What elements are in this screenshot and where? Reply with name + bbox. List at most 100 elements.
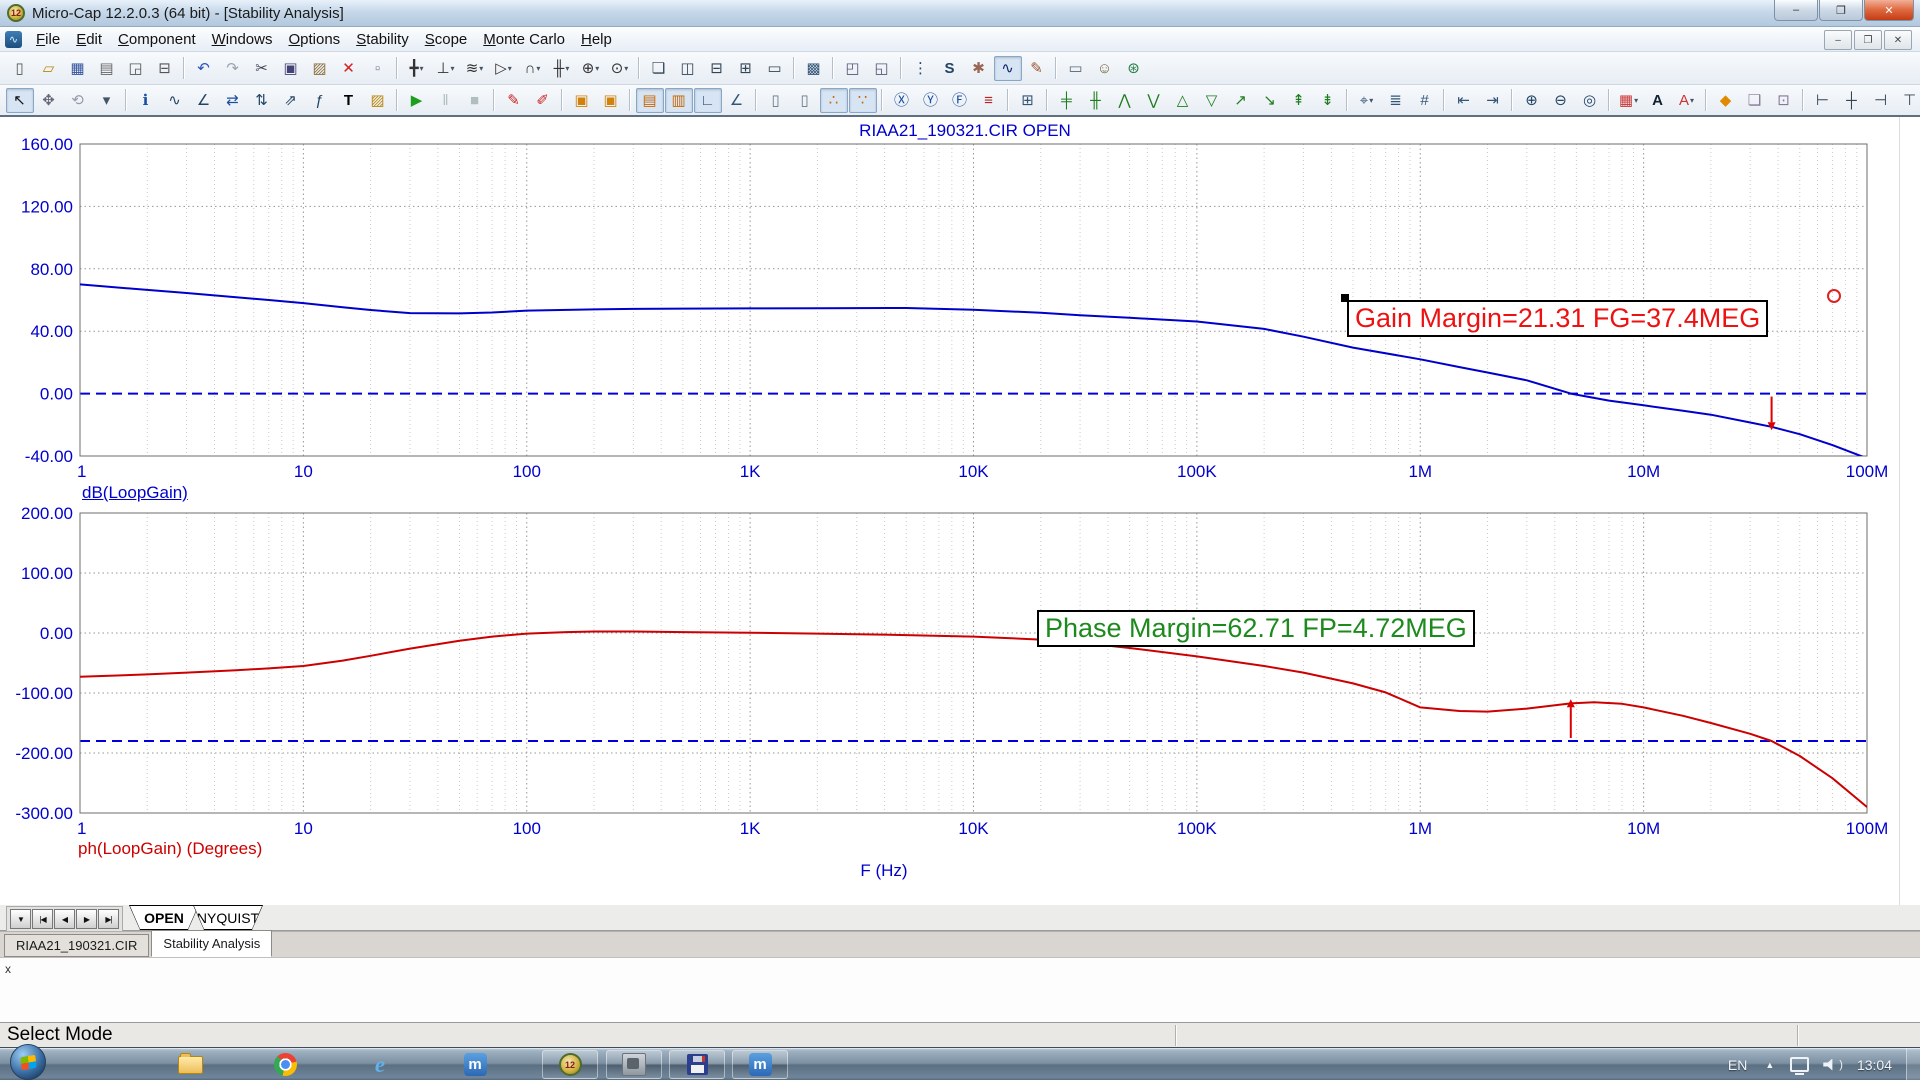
maxthon-browser-taskbar-button[interactable]: m (455, 1050, 495, 1079)
next-valley-button[interactable]: ⋁ (1140, 88, 1168, 113)
log-scale-x-button[interactable]: ∟ (694, 88, 722, 113)
menu-windows[interactable]: Windows (204, 29, 281, 50)
auto-scale-x-button[interactable]: ⇤ (1450, 88, 1478, 113)
menu-edit[interactable]: Edit (68, 29, 110, 50)
gain-margin-label[interactable]: Gain Margin=21.31 FG=37.4MEG (1347, 300, 1768, 337)
cut-button[interactable]: ✂ (248, 56, 276, 81)
text-tool-button[interactable]: T (335, 88, 363, 113)
model-tools-button[interactable]: ✱ (965, 56, 993, 81)
optimizer-button[interactable]: S (936, 56, 964, 81)
start-button[interactable] (10, 1044, 46, 1080)
cascade-windows-button[interactable]: ❏ (645, 56, 673, 81)
network-icon[interactable] (1790, 1057, 1809, 1072)
menu-scope[interactable]: Scope (417, 29, 476, 50)
horizontal-grids-button[interactable]: ▤ (636, 88, 664, 113)
first-plot-button[interactable]: |◀ (32, 909, 53, 929)
diode-part-button[interactable]: ▷▾ (490, 56, 518, 81)
slope-up-button[interactable]: ↗ (1227, 88, 1255, 113)
bring-to-front-button[interactable]: ❏ (1741, 88, 1769, 113)
select-mode-button[interactable]: ↖ (6, 88, 34, 113)
align-center-button[interactable]: ┼ (1838, 88, 1866, 113)
mdi-minimize-button[interactable]: – (1824, 30, 1852, 50)
modes-menu-button[interactable]: ▾ (93, 88, 121, 113)
send-to-back-button[interactable]: ⊡ (1770, 88, 1798, 113)
split-window-button[interactable]: ⊞ (732, 56, 760, 81)
current-source-part-dropdown[interactable]: ▾ (624, 64, 628, 73)
slope-down-button[interactable]: ↘ (1256, 88, 1284, 113)
document-tab-stability-analysis[interactable]: Stability Analysis (151, 930, 272, 957)
pause-button[interactable]: ‖ (432, 88, 460, 113)
inductor-part-dropdown[interactable]: ▾ (536, 64, 540, 73)
run-button[interactable]: ▶ (403, 88, 431, 113)
horizontal-tag-button[interactable]: ⇗ (277, 88, 305, 113)
gain-waveform-label[interactable]: dB(LoopGain) (82, 483, 188, 503)
font-button[interactable]: A (1644, 88, 1672, 113)
graphics-app-taskbar-button[interactable] (606, 1050, 662, 1079)
maxthon-window-taskbar-button[interactable]: m (732, 1050, 788, 1079)
stepping-button[interactable]: ⋮ (907, 56, 935, 81)
plot-menu-button[interactable]: ▼ (10, 909, 31, 929)
tile-horizontal-button[interactable]: ⊟ (703, 56, 731, 81)
panel-left-button[interactable]: ▯ (762, 88, 790, 113)
component-panel-button[interactable]: ▭ (1062, 56, 1090, 81)
phase-margin-label[interactable]: Phase Margin=62.71 FP=4.72MEG (1037, 610, 1475, 647)
last-plot-button[interactable]: ▶| (98, 909, 119, 929)
zoom-undo-button[interactable]: ⟲ (64, 88, 92, 113)
tag-value-button[interactable]: ⌖▾ (1353, 88, 1381, 113)
go-to-y-button[interactable]: ╫ (1082, 88, 1110, 113)
align-left-button[interactable]: ⊢ (1809, 88, 1837, 113)
zoom-in-button[interactable]: ⊕ (1518, 88, 1546, 113)
animate-pen-button[interactable]: ✎ (500, 88, 528, 113)
stop-button[interactable]: ■ (461, 88, 489, 113)
menu-component[interactable]: Component (110, 29, 204, 50)
paste-button[interactable]: ▨ (306, 56, 334, 81)
scope-edit-button[interactable]: ✎ (1023, 56, 1051, 81)
ground-part-dropdown[interactable]: ▾ (451, 64, 455, 73)
next-branch-button[interactable]: ⇞ (1285, 88, 1313, 113)
menu-options[interactable]: Options (280, 29, 348, 50)
waveform-mode-button[interactable]: ∿ (161, 88, 189, 113)
phase-waveform-label[interactable]: ph(LoopGain) (Degrees) (78, 839, 262, 859)
panel-right-button[interactable]: ▯ (791, 88, 819, 113)
ground-part-button[interactable]: ⊥▾ (432, 56, 460, 81)
voltage-source-part-dropdown[interactable]: ▾ (595, 64, 599, 73)
numeric-output-button[interactable]: ⊞ (1014, 88, 1042, 113)
undo-button[interactable]: ↶ (190, 56, 218, 81)
plot-page-tab-open[interactable]: OPEN (129, 905, 199, 930)
new-circuit-button[interactable]: ▯ (6, 56, 34, 81)
restore-button[interactable]: ❐ (1819, 0, 1863, 21)
clock[interactable]: 13:04 (1857, 1057, 1892, 1073)
color-menu-button[interactable]: ▦▾ (1615, 88, 1643, 113)
next-peak-button[interactable]: ⋀ (1111, 88, 1139, 113)
clear-button[interactable]: ✕ (335, 56, 363, 81)
backup-tool-app-taskbar-button[interactable] (669, 1050, 725, 1079)
vertical-grids-button[interactable]: ▥ (665, 88, 693, 113)
account-button[interactable]: ☺ (1091, 56, 1119, 81)
current-source-part-button[interactable]: ⊙▾ (606, 56, 634, 81)
close-button[interactable]: ✕ (1864, 0, 1914, 21)
show-desktop-button[interactable] (1906, 1048, 1920, 1080)
capacitor-part-dropdown[interactable]: ▾ (565, 64, 569, 73)
global-low-button[interactable]: ▽ (1198, 88, 1226, 113)
scale-y-button[interactable]: Ⓨ (917, 88, 945, 113)
language-indicator[interactable]: EN (1728, 1057, 1747, 1073)
data-point-labels-button[interactable]: ▣ (568, 88, 596, 113)
formula-text-button[interactable]: ƒ (306, 88, 334, 113)
waveform-list-button[interactable]: ≣ (1382, 88, 1410, 113)
component-editor-button[interactable]: ◰ (839, 56, 867, 81)
hidden-icons-button[interactable]: ▲ (1765, 1060, 1774, 1070)
redo-button[interactable]: ↷ (219, 56, 247, 81)
color-menu-dropdown[interactable]: ▾ (1634, 96, 1638, 105)
pan-mode-button[interactable]: ✥ (35, 88, 63, 113)
font-color-button[interactable]: A▾ (1673, 88, 1701, 113)
plot-page-tab-nyquist[interactable]: NYQUIST (193, 905, 263, 930)
copy-button[interactable]: ▣ (277, 56, 305, 81)
info-mode-button[interactable]: ℹ (132, 88, 160, 113)
menu-monte-carlo[interactable]: Monte Carlo (475, 29, 573, 50)
windows-explorer-taskbar-button[interactable] (170, 1050, 210, 1079)
menu-stability[interactable]: Stability (348, 29, 417, 50)
token-markers-button[interactable]: ∵ (849, 88, 877, 113)
scale-fx-button[interactable]: Ⓕ (946, 88, 974, 113)
calculator-button[interactable]: ▩ (800, 56, 828, 81)
scale-x-button[interactable]: Ⓧ (888, 88, 916, 113)
